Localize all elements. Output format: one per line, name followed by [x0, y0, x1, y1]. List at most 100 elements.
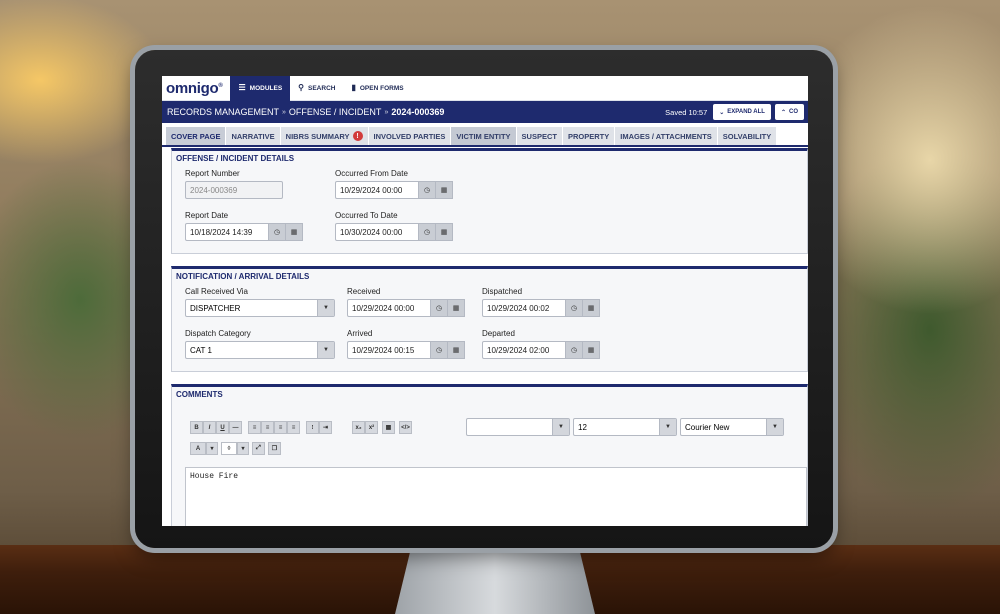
breadcrumb-separator: »: [384, 108, 389, 116]
tab-suspect[interactable]: SUSPECT: [516, 127, 563, 145]
call-received-field: Call Received Via DISPATCHER ▼: [185, 287, 335, 317]
calendar-icon[interactable]: ▦: [583, 341, 600, 359]
notification-details-panel: NOTIFICATION / ARRIVAL DETAILS Call Rece…: [171, 266, 808, 372]
report-number-input[interactable]: 2024-000369: [185, 181, 283, 199]
calendar-icon[interactable]: ▦: [286, 223, 303, 241]
calendar-icon[interactable]: ▦: [448, 299, 465, 317]
clock-icon[interactable]: ◷: [566, 341, 583, 359]
dispatch-category-select[interactable]: CAT 1 ▼: [185, 341, 335, 359]
occurred-from-field: Occurred From Date 10/29/2024 00:00 ◷ ▦: [335, 169, 453, 199]
tab-images-attachments[interactable]: IMAGES / ATTACHMENTS: [615, 127, 718, 145]
departed-input[interactable]: 10/29/2024 02:00: [482, 341, 566, 359]
report-number-field: Report Number 2024-000369: [185, 169, 283, 199]
section-title: COMMENTS: [176, 390, 223, 399]
call-received-select[interactable]: DISPATCHER ▼: [185, 299, 335, 317]
omnigo-logo[interactable]: omnigo®: [162, 80, 230, 97]
comments-panel: COMMENTS B I U — ≡ ≡ ≡ ≡ ⁝ ⇥ x₂ x² ▦ </>…: [171, 384, 808, 526]
comments-editor[interactable]: House Fire: [185, 467, 807, 526]
editor-toolbar-format: B I U — ≡ ≡ ≡ ≡ ⁝ ⇥ x₂ x² ▦ </>: [190, 421, 412, 434]
clock-icon[interactable]: ◷: [419, 181, 436, 199]
calendar-icon[interactable]: ▦: [448, 341, 465, 359]
calendar-icon[interactable]: ▦: [583, 299, 600, 317]
open-forms-button[interactable]: ▮ OPEN FORMS: [343, 76, 411, 101]
subscript-icon[interactable]: x₂: [352, 421, 365, 434]
section-title: NOTIFICATION / ARRIVAL DETAILS: [176, 272, 310, 281]
search-button[interactable]: ⚲ SEARCH: [290, 76, 343, 101]
paragraph-style-select[interactable]: ▼: [466, 418, 570, 436]
align-justify-icon[interactable]: ≡: [287, 421, 300, 434]
tab-bar: COVER PAGE NARRATIVE NIBRS SUMMARY! INVO…: [162, 127, 808, 147]
arrived-input[interactable]: 10/29/2024 00:15: [347, 341, 431, 359]
tab-solvability[interactable]: SOLVABILITY: [717, 127, 778, 145]
breadcrumb-offense-incident[interactable]: OFFENSE / INCIDENT: [289, 107, 382, 117]
align-center-icon[interactable]: ≡: [261, 421, 274, 434]
chevron-down-icon[interactable]: ▾: [206, 442, 218, 455]
table-icon[interactable]: ▦: [382, 421, 395, 434]
superscript-icon[interactable]: x²: [365, 421, 378, 434]
font-size-select[interactable]: 12 ▼: [573, 418, 677, 436]
arrived-field: Arrived 10/29/2024 00:15 ◷ ▦: [347, 329, 465, 359]
chevron-down-icon: ⌄: [719, 109, 725, 116]
breadcrumb-separator: »: [282, 108, 286, 116]
align-left-icon[interactable]: ≡: [248, 421, 261, 434]
calendar-icon[interactable]: ▦: [436, 223, 453, 241]
bold-icon[interactable]: B: [190, 421, 203, 434]
saved-status: Saved 10:57: [665, 107, 708, 117]
chevron-down-icon: ▼: [659, 419, 676, 435]
section-title: OFFENSE / INCIDENT DETAILS: [176, 154, 295, 163]
offense-details-panel: OFFENSE / INCIDENT DETAILS Report Number…: [171, 148, 808, 254]
search-icon: ⚲: [298, 83, 305, 92]
tab-victim-entity[interactable]: VICTIM ENTITY: [451, 127, 517, 145]
fullscreen-icon[interactable]: ⤢: [252, 442, 265, 455]
bullet-list-icon[interactable]: ⁝: [306, 421, 319, 434]
tab-narrative[interactable]: NARRATIVE: [226, 127, 281, 145]
expand-all-button[interactable]: ⌄ EXPAND ALL: [713, 104, 771, 120]
received-input[interactable]: 10/29/2024 00:00: [347, 299, 431, 317]
chevron-down-icon[interactable]: ▾: [237, 442, 249, 455]
chevron-down-icon: ▼: [552, 419, 569, 435]
alert-icon: !: [352, 131, 363, 141]
report-date-input[interactable]: 10/18/2024 14:39: [185, 223, 269, 241]
chevron-up-icon: ⌃: [780, 109, 786, 116]
clock-icon[interactable]: ◷: [431, 341, 448, 359]
text-color-icon[interactable]: A: [190, 442, 206, 455]
chevron-down-icon: ▼: [317, 300, 334, 316]
occurred-to-input[interactable]: 10/30/2024 00:00: [335, 223, 419, 241]
departed-field: Departed 10/29/2024 02:00 ◷ ▦: [482, 329, 600, 359]
clock-icon[interactable]: ◷: [566, 299, 583, 317]
calendar-icon[interactable]: ▦: [436, 181, 453, 199]
received-field: Received 10/29/2024 00:00 ◷ ▦: [347, 287, 465, 317]
breadcrumb: RECORDS MANAGEMENT » OFFENSE / INCIDENT …: [162, 101, 808, 123]
tab-nibrs-summary[interactable]: NIBRS SUMMARY!: [280, 127, 369, 145]
font-family-select[interactable]: Courier New ▼: [680, 418, 784, 436]
clock-icon[interactable]: ◷: [269, 223, 286, 241]
clock-icon[interactable]: ◷: [419, 223, 436, 241]
clock-icon[interactable]: ◷: [431, 299, 448, 317]
tab-cover-page[interactable]: COVER PAGE: [166, 127, 227, 145]
tab-property[interactable]: PROPERTY: [562, 127, 616, 145]
dispatch-category-field: Dispatch Category CAT 1 ▼: [185, 329, 335, 359]
breadcrumb-records-management[interactable]: RECORDS MANAGEMENT: [167, 107, 279, 117]
document-icon: ▮: [351, 83, 356, 92]
top-nav: omnigo® ☰ MODULES ⚲ SEARCH ▮ OPEN FORMS: [162, 76, 808, 101]
occurred-to-field: Occurred To Date 10/30/2024 00:00 ◷ ▦: [335, 211, 453, 241]
tab-involved-parties[interactable]: INVOLVED PARTIES: [368, 127, 452, 145]
collapse-all-button[interactable]: ⌃ CO: [774, 104, 804, 120]
italic-icon[interactable]: I: [203, 421, 216, 434]
indent-icon[interactable]: ⇥: [319, 421, 332, 434]
highlight-color-icon[interactable]: ◊: [221, 442, 237, 455]
editor-toolbar-color: A ▾ ◊ ▾ ⤢ ❐: [190, 442, 281, 455]
record-number: 2024-000369: [391, 107, 445, 117]
chevron-down-icon: ▼: [317, 342, 334, 358]
occurred-from-input[interactable]: 10/29/2024 00:00: [335, 181, 419, 199]
strikethrough-icon[interactable]: —: [229, 421, 242, 434]
copy-icon[interactable]: ❐: [268, 442, 281, 455]
menu-icon: ☰: [238, 83, 246, 92]
dispatched-input[interactable]: 10/29/2024 00:02: [482, 299, 566, 317]
align-right-icon[interactable]: ≡: [274, 421, 287, 434]
underline-icon[interactable]: U: [216, 421, 229, 434]
report-date-field: Report Date 10/18/2024 14:39 ◷ ▦: [185, 211, 303, 241]
code-icon[interactable]: </>: [399, 421, 412, 434]
chevron-down-icon: ▼: [766, 419, 783, 435]
modules-button[interactable]: ☰ MODULES: [230, 76, 291, 101]
